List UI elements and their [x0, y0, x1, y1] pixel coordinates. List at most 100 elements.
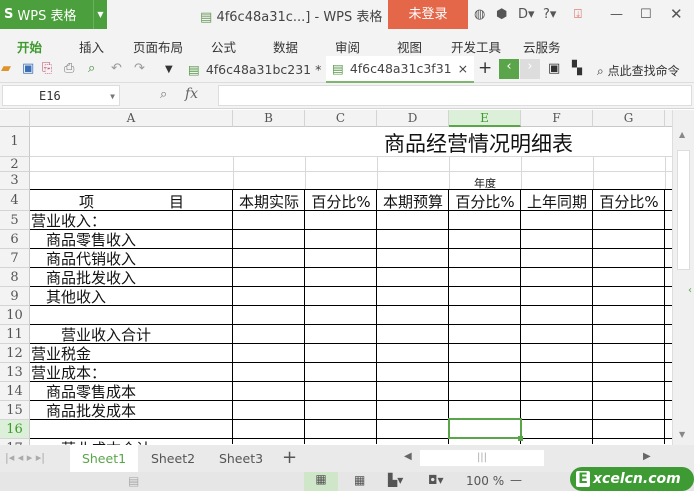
doc-tab-2[interactable]: ▤ 4f6c48a31c3f31 ×: [326, 56, 474, 83]
format-icon[interactable]: ▚: [572, 61, 582, 76]
column-header-C[interactable]: C: [305, 110, 377, 127]
close-tab-icon[interactable]: ×: [458, 61, 468, 76]
year-label[interactable]: 年度: [449, 175, 521, 189]
maximize-icon[interactable]: ☐: [640, 7, 652, 22]
row-label[interactable]: 商品代销收入: [31, 251, 136, 267]
fill-handle[interactable]: [518, 436, 523, 441]
row-header-15[interactable]: 15: [0, 401, 30, 420]
row-header-2[interactable]: 2: [0, 157, 30, 172]
help-icon[interactable]: ?▾: [543, 7, 556, 22]
settings-icon[interactable]: ⬢: [496, 7, 507, 22]
formula-input[interactable]: [218, 85, 692, 106]
command-search[interactable]: ⌕ 点此查找命令: [597, 62, 680, 79]
login-button[interactable]: 未登录: [388, 0, 468, 29]
undo-icon[interactable]: ↶: [111, 61, 122, 76]
feedback-icon[interactable]: D▾: [518, 7, 535, 22]
row-label[interactable]: 营业收入：: [31, 213, 106, 229]
vertical-scrollbar[interactable]: ▲ ▼: [672, 110, 694, 445]
sheet-title[interactable]: 商品经营情况明细表: [384, 133, 573, 155]
menu-page-layout[interactable]: 页面布局: [133, 37, 183, 56]
column-label[interactable]: 百分比%: [449, 193, 521, 210]
close-icon[interactable]: ✕: [670, 5, 683, 23]
row-header-4[interactable]: 4: [0, 190, 30, 211]
column-label[interactable]: 百分比%: [593, 193, 665, 210]
sheet-tab-2[interactable]: Sheet2: [139, 445, 207, 472]
print-icon[interactable]: ⎙: [64, 61, 74, 76]
row-header-6[interactable]: 6: [0, 230, 30, 249]
column-label[interactable]: 本期实际: [233, 193, 305, 210]
header-item[interactable]: 项 目: [30, 193, 233, 210]
doc-tab-1[interactable]: ▤4f6c48a31bc231 *×: [182, 56, 344, 83]
tab-prev-icon[interactable]: ‹: [499, 59, 519, 79]
side-panel-toggle-icon[interactable]: ‹: [688, 285, 692, 296]
row-label[interactable]: 商品批发收入: [31, 270, 136, 286]
add-sheet-icon[interactable]: +: [282, 447, 297, 468]
open-icon[interactable]: ▰: [1, 61, 11, 76]
row-header-1[interactable]: 1: [0, 127, 30, 157]
row-header-5[interactable]: 5: [0, 211, 30, 230]
app-menu-button[interactable]: S WPS 表格 ▼: [0, 0, 107, 29]
menu-cloud[interactable]: 云服务: [523, 37, 561, 56]
tab-next-icon[interactable]: ›: [520, 59, 540, 79]
print-preview-icon[interactable]: ⌕: [88, 61, 95, 76]
column-header-partial[interactable]: [665, 110, 672, 127]
row-header-12[interactable]: 12: [0, 344, 30, 363]
scroll-left-icon[interactable]: ◀: [404, 451, 412, 462]
row-header-9[interactable]: 9: [0, 287, 30, 306]
more-dropdown-icon[interactable]: ▼: [165, 64, 173, 75]
present-icon[interactable]: ▣: [548, 61, 560, 76]
menu-review[interactable]: 审阅: [335, 37, 360, 56]
page-layout-view-icon[interactable]: ▙▾: [388, 473, 403, 487]
column-header-A[interactable]: A: [30, 110, 233, 127]
row-header-13[interactable]: 13: [0, 363, 30, 382]
new-tab-icon[interactable]: +: [478, 58, 492, 78]
menu-home[interactable]: 开始: [17, 37, 42, 56]
row-header-11[interactable]: 11: [0, 325, 30, 344]
sheet-list-icon[interactable]: ▤: [128, 474, 139, 488]
row-label[interactable]: 商品批发成本: [31, 403, 136, 419]
scroll-thumb[interactable]: [677, 150, 690, 270]
row-label[interactable]: 商品零售成本: [31, 384, 136, 400]
sheet-tab-1[interactable]: Sheet1: [70, 445, 138, 472]
row-label[interactable]: 营业收入合计: [31, 327, 151, 343]
row-header-14[interactable]: 14: [0, 382, 30, 401]
fx-icon[interactable]: fx: [185, 86, 198, 102]
spreadsheet-grid[interactable]: ABCDEFG1234567891011121314151617商品经营情况明细…: [0, 110, 672, 445]
row-label[interactable]: 营业成本：: [31, 365, 106, 381]
normal-view-icon[interactable]: ▦: [304, 472, 338, 491]
row-header-16[interactable]: 16: [0, 420, 30, 439]
row-header-3[interactable]: 3: [0, 172, 30, 190]
row-label[interactable]: 商品零售收入: [31, 232, 136, 248]
export-pdf-icon[interactable]: ⎘: [42, 61, 52, 76]
sheet-nav-icons[interactable]: |◂ ◂ ▸ ▸|: [5, 451, 45, 464]
reading-mode-icon[interactable]: ◘▾: [428, 473, 444, 487]
dropdown-arrow-icon[interactable]: ▼: [93, 0, 107, 29]
menu-data[interactable]: 数据: [273, 37, 298, 56]
minimize-icon[interactable]: —: [610, 7, 623, 22]
column-header-F[interactable]: F: [521, 110, 593, 127]
save-icon[interactable]: ▣: [22, 61, 34, 76]
horizontal-scrollbar[interactable]: |||: [420, 450, 544, 466]
download-icon[interactable]: ⍗: [574, 7, 582, 22]
skin-icon[interactable]: ◍: [474, 7, 485, 22]
column-label[interactable]: 本期预算: [377, 193, 449, 210]
name-box[interactable]: E16 ▼: [2, 85, 120, 106]
column-header-B[interactable]: B: [233, 110, 305, 127]
row-header-7[interactable]: 7: [0, 249, 30, 268]
menu-developer[interactable]: 开发工具: [451, 37, 501, 56]
redo-icon[interactable]: ↷: [134, 61, 145, 76]
zoom-lookup-icon[interactable]: ⌕: [160, 87, 167, 102]
row-label[interactable]: 营业税金: [31, 346, 91, 362]
column-header-G[interactable]: G: [593, 110, 665, 127]
sheet-tab-3[interactable]: Sheet3: [207, 445, 275, 472]
menu-formulas[interactable]: 公式: [211, 37, 236, 56]
page-break-view-icon[interactable]: ▦: [354, 473, 365, 487]
column-header-E[interactable]: E: [449, 110, 521, 127]
column-label[interactable]: 百分比%: [305, 193, 377, 210]
row-header-8[interactable]: 8: [0, 268, 30, 287]
menu-insert[interactable]: 插入: [79, 37, 104, 56]
zoom-out-icon[interactable]: —: [510, 473, 522, 487]
column-header-D[interactable]: D: [377, 110, 449, 127]
select-all-corner[interactable]: [0, 110, 30, 127]
menu-view[interactable]: 视图: [397, 37, 422, 56]
